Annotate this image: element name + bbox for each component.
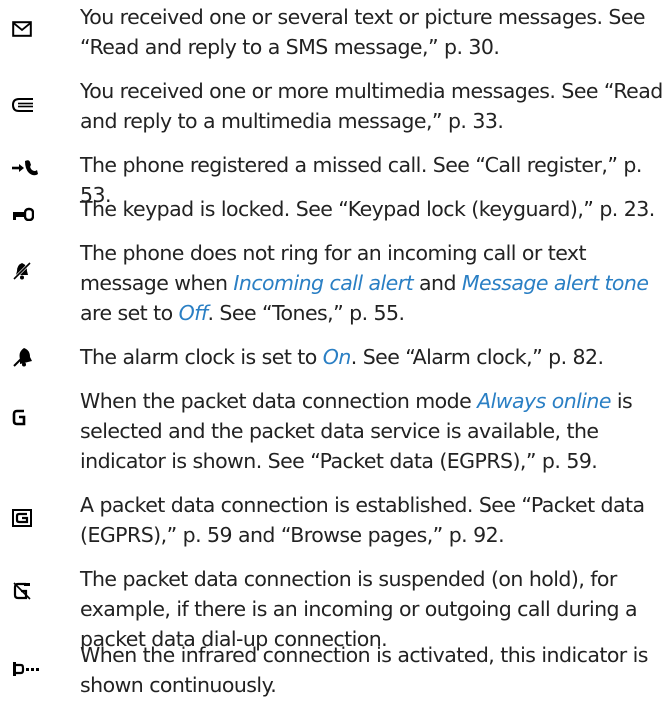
envelope-icon <box>12 14 52 44</box>
missed-call-icon <box>12 152 52 182</box>
item-text: . See “Tones,” p. 55. <box>207 301 405 325</box>
setting-value: On <box>322 345 352 369</box>
setting-value: Off <box>178 301 208 325</box>
list-item-text: The keypad is locked. See “Keypad lock (… <box>80 194 666 224</box>
setting-value: Always online <box>477 389 611 413</box>
keypad-lock-icon <box>12 199 52 229</box>
item-text: When the infrared connection is activate… <box>80 643 648 697</box>
item-text: . See “Alarm clock,” p. 82. <box>350 345 604 369</box>
item-text: are set to <box>80 301 179 325</box>
list-item-text: When the infrared connection is activate… <box>80 640 666 700</box>
item-text: The packet data connection is suspended … <box>80 567 638 651</box>
list-item-text: A packet data connection is established.… <box>80 490 666 550</box>
setting-name: Message alert tone <box>461 271 649 295</box>
list-item-text: When the packet data connection mode Alw… <box>80 386 666 476</box>
setting-name: Incoming call alert <box>233 271 414 295</box>
item-text: The alarm clock is set to <box>80 345 323 369</box>
infrared-icon <box>12 654 52 684</box>
item-text: and <box>413 271 462 295</box>
silent-icon <box>12 256 52 286</box>
item-text: A packet data connection is established.… <box>80 493 645 547</box>
item-text: You received one or more multimedia mess… <box>80 79 663 133</box>
list-item-text: You received one or more multimedia mess… <box>80 76 666 136</box>
alarm-clock-icon <box>12 342 52 372</box>
packet-data-active-icon <box>12 503 52 533</box>
packet-data-g-icon <box>12 402 52 432</box>
item-text: You received one or several text or pict… <box>80 5 646 59</box>
packet-data-suspended-icon <box>12 576 52 606</box>
list-item-text: The alarm clock is set to On. See “Alarm… <box>80 342 666 372</box>
item-text: The keypad is locked. See “Keypad lock (… <box>80 197 655 221</box>
item-text: When the packet data connection mode <box>80 389 478 413</box>
multimedia-message-icon <box>12 90 52 120</box>
list-item-text: You received one or several text or pict… <box>80 2 666 62</box>
indicator-list: You received one or several text or pict… <box>0 0 668 712</box>
list-item-text: The phone does not ring for an incoming … <box>80 238 666 328</box>
